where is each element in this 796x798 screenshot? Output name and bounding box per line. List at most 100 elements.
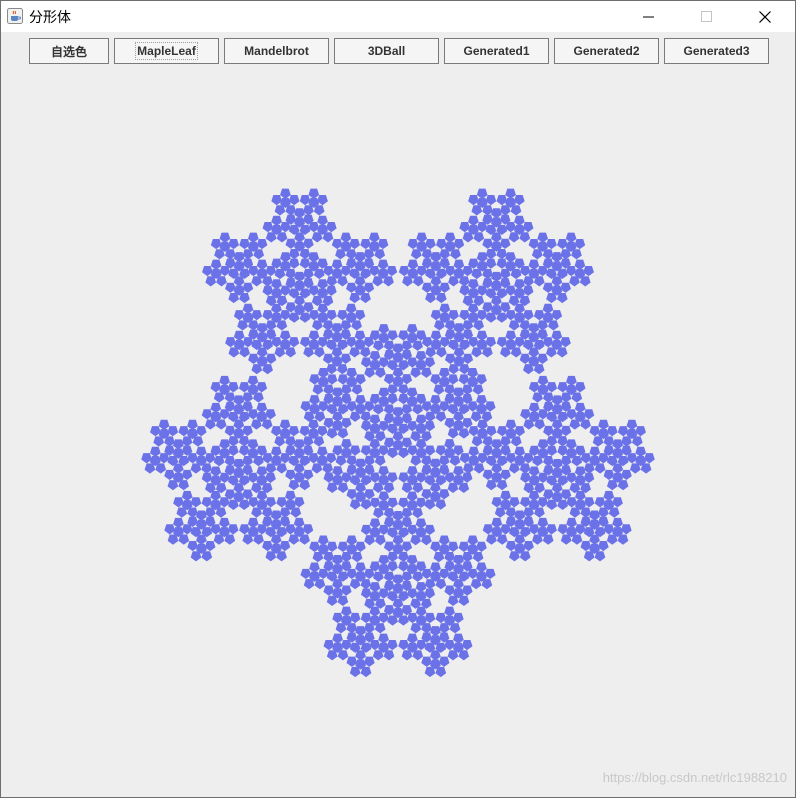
fractal-pentagon [415, 518, 427, 529]
fractal-pentagon [378, 387, 390, 398]
fractal-pentagon [491, 463, 503, 474]
maximize-button[interactable] [684, 1, 730, 32]
fractal-pentagon [256, 323, 268, 334]
fractal-pentagon [355, 482, 366, 494]
fractal-pentagon [172, 463, 184, 474]
fractal-pentagon [537, 232, 549, 243]
minimize-icon [643, 16, 654, 17]
fractal-canvas[interactable] [1, 72, 795, 797]
fractal-pentagon [589, 534, 600, 545]
fractal-pentagon [491, 517, 503, 529]
fractal-pentagon [173, 517, 184, 529]
fractal-pentagon [635, 446, 647, 457]
fractal-pentagon [247, 232, 259, 243]
fractal-pentagon [505, 252, 516, 263]
custom-color-button[interactable]: 自选色 [29, 38, 109, 64]
close-button[interactable] [742, 1, 788, 32]
fractal-pentagon [537, 517, 549, 529]
fractal-pentagon [331, 259, 343, 270]
fractal-pentagon [603, 490, 615, 502]
fractal-pentagon [377, 259, 389, 270]
fractal-pentagon [430, 650, 441, 661]
fractal-pentagon [542, 303, 554, 314]
java-cup-icon[interactable] [7, 8, 23, 24]
fractal-pentagon [279, 330, 291, 341]
pentaflake-fractal [141, 188, 655, 678]
title-bar[interactable]: 分形体 [1, 1, 795, 32]
fractal-pentagon [514, 534, 526, 545]
fractal-pentagon [181, 490, 193, 502]
watermark-text: https://blog.csdn.net/rlc1988210 [602, 770, 787, 785]
mapleleaf-button[interactable]: MapleLeaf [114, 38, 219, 64]
fractal-pentagon [233, 419, 245, 430]
fractal-pentagon [233, 458, 245, 470]
fractal-pentagon [392, 574, 404, 585]
fractal-pentagon [332, 555, 343, 566]
fractal-pentagon [317, 279, 328, 290]
fractal-pentagon [467, 368, 479, 379]
fractal-pentagon [219, 439, 230, 450]
fractal-pentagon [256, 466, 268, 477]
fractal-pentagon [317, 535, 329, 546]
fractal-pentagon [331, 323, 343, 334]
fractal-pentagon [332, 387, 343, 398]
fractal-pentagon [195, 446, 207, 457]
fractal-pentagon [528, 347, 540, 358]
fractal-pentagon [285, 490, 296, 502]
generated2-button[interactable]: Generated2 [554, 38, 659, 64]
toolbar: 自选色 MapleLeaf Mandelbrot 3DBall Generate… [1, 32, 795, 72]
fractal-pentagon [453, 633, 464, 644]
fractal-pentagon [406, 555, 418, 566]
fractal-pentagon [491, 439, 503, 450]
fractal-pentagon [346, 368, 358, 379]
fractal-pentagon [467, 303, 479, 314]
fractal-pentagon [415, 606, 427, 617]
fractal-pentagon [565, 232, 577, 243]
fractal-pentagon [612, 463, 624, 474]
fractal-pentagon [331, 347, 343, 358]
fractal-pentagon [332, 411, 343, 422]
generated3-button[interactable]: Generated3 [664, 38, 769, 64]
fractal-pentagon [589, 446, 601, 457]
fractal-pentagon [355, 562, 366, 573]
fractal-pentagon [453, 411, 464, 422]
generated2-label: Generated2 [573, 44, 640, 58]
fractal-pentagon [453, 466, 464, 477]
fractal-pentagon [309, 562, 320, 573]
fractal-pentagon [187, 419, 198, 430]
fractal-pentagon [271, 303, 282, 314]
fractal-pentagon [256, 402, 268, 414]
fractal-pentagon [444, 232, 456, 243]
fractal-pentagon [332, 633, 343, 644]
fractal-pentagon [438, 535, 450, 546]
fractal-pentagon [378, 491, 390, 502]
minimize-button[interactable] [626, 1, 672, 32]
fractal-pentagon [341, 606, 352, 617]
fractal-pentagon [505, 188, 516, 199]
fractal-pentagon [505, 419, 517, 430]
fractal-pentagon [294, 208, 305, 219]
fractal-pentagon [368, 232, 380, 243]
fractal-pentagon [308, 330, 320, 341]
fractal-pentagon [415, 582, 427, 593]
fractal-pentagon [270, 446, 282, 457]
fractal-pentagon [476, 252, 488, 263]
fractal-pentagon [392, 511, 404, 522]
fractal-pentagon [430, 562, 441, 573]
fractal-pentagon [514, 303, 525, 314]
fractal-pentagon [308, 252, 320, 263]
fractal-pentagon [233, 483, 245, 494]
fractal-pentagon [626, 419, 638, 430]
fractal-pentagon [219, 232, 231, 243]
fractal-pentagon [392, 431, 404, 442]
mandelbrot-button[interactable]: Mandelbrot [224, 38, 329, 64]
fractal-pentagon [430, 252, 442, 263]
fractal-pentagon [430, 458, 441, 469]
generated1-button[interactable]: Generated1 [444, 38, 549, 64]
fractal-pentagon [551, 395, 563, 406]
fractal-pentagon [256, 259, 268, 270]
fractal-pentagon [340, 232, 352, 243]
3dball-button[interactable]: 3DBall [334, 38, 439, 64]
fractal-pentagon [453, 555, 464, 566]
fractal-pentagon [528, 323, 540, 334]
